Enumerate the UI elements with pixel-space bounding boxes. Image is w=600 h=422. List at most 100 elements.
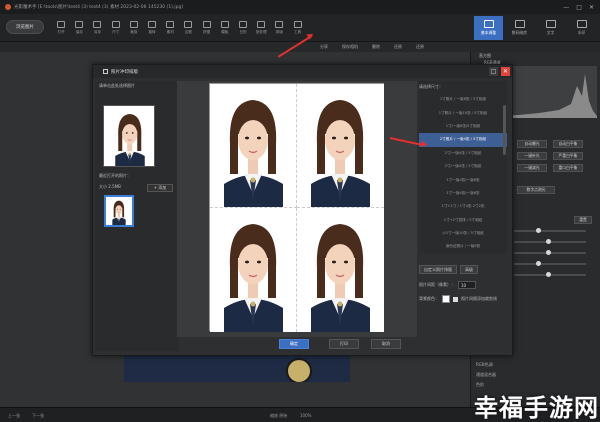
size-item[interactable]: 1寸照片 / 一版10张 / 5寸相纸 [419, 106, 507, 119]
tool-label: 打开 [57, 30, 65, 34]
size-list-scrollbar[interactable] [503, 105, 506, 155]
adjust-slider[interactable] [514, 239, 586, 244]
secondary-action[interactable]: 保存相机 [342, 44, 358, 50]
tool-icon [220, 21, 229, 28]
size-item[interactable]: 1寸照片 / 一版8张 / 5寸相纸 [419, 93, 507, 106]
tab-text[interactable]: 文字 [536, 16, 565, 40]
tool-button[interactable]: 边框 [179, 17, 197, 39]
secondary-action[interactable]: 还原 [416, 44, 424, 50]
recent-label: 最近打开的照片： [99, 173, 131, 178]
ok-button[interactable]: 确定 [279, 339, 309, 349]
print-button[interactable]: 打印 [329, 339, 359, 349]
secondary-action[interactable]: 分享 [320, 44, 328, 50]
bgcolor-label: 背景颜色： [419, 296, 439, 301]
adjust-slider[interactable] [514, 261, 586, 266]
slider-knob[interactable] [535, 261, 541, 266]
tab-darkroom[interactable]: 数码暗房 [505, 16, 534, 40]
secondary-action[interactable]: 删除 [372, 44, 380, 50]
tool-button[interactable]: 批处理 [252, 17, 270, 39]
tool-label: 边框 [184, 30, 192, 34]
source-thumbnail[interactable] [103, 105, 155, 167]
minimize-icon[interactable]: — [563, 4, 569, 11]
dialog-title-bar: 照片冲印排版 [93, 65, 512, 78]
close-icon[interactable]: ✕ [589, 4, 594, 11]
size-item[interactable]: 1寸/一版8张/5寸相纸 [419, 120, 507, 133]
tool-button[interactable]: 素材 [161, 17, 179, 39]
size-item[interactable]: 1寸+2寸混排 / 5寸相纸 [419, 214, 507, 227]
tool-button[interactable]: 裁剪 [125, 17, 143, 39]
window-title: 光影魔术手 [E:\tools\图片\test4 (3) test4 (3) 素… [14, 5, 184, 10]
open-browse-button[interactable]: 浏览图片 [6, 20, 44, 34]
tab-label: 数码暗房 [511, 30, 528, 35]
adjust-list-item[interactable]: 通道混合器 [476, 372, 496, 378]
adjust-slider[interactable] [514, 250, 586, 255]
bgcolor-swatch[interactable] [442, 295, 450, 303]
one-click-button[interactable]: 数字点测光 [517, 186, 555, 194]
zoom-mode[interactable]: 缩放 原始 [270, 413, 287, 419]
size-item[interactable]: 小1寸一版10张 / 5寸相纸 [419, 227, 507, 240]
reset-button[interactable]: 重置 [574, 216, 592, 224]
auto-adjust-button[interactable]: 严重白平衡 [553, 152, 583, 160]
tool-button[interactable]: 旋转 [143, 17, 161, 39]
adjust-list-item[interactable]: RGB色调 [476, 362, 493, 368]
size-item[interactable]: 身份证照片 / 一版8张 [419, 240, 507, 253]
tool-button[interactable]: 尺寸 [107, 17, 125, 39]
auto-adjust-button[interactable]: 自动白平衡 [553, 140, 583, 148]
app-window: 光影魔术手 [E:\tools\图片\test4 (3) test4 (3) 素… [0, 0, 600, 422]
darkroom-icon [514, 20, 525, 28]
size-header: 请选择尺寸： [419, 84, 443, 89]
adjust-slider[interactable] [514, 272, 586, 277]
auto-adjust-button[interactable]: 自动曝光 [517, 140, 547, 148]
tool-label: 尺寸 [112, 30, 120, 34]
slider-knob[interactable] [535, 228, 541, 233]
photo-cell [210, 84, 297, 208]
dialog-restore-icon[interactable]: □ [489, 67, 498, 76]
add-button[interactable]: + 添加 [147, 184, 173, 192]
tool-button[interactable]: 排版 [270, 17, 288, 39]
recent-photo-thumbnail[interactable] [104, 195, 134, 227]
source-label: 请单击此处选择图片 [99, 83, 135, 88]
maximize-icon[interactable]: □ [576, 4, 582, 11]
adjust-slider[interactable] [514, 228, 586, 233]
tool-button[interactable]: 另存 [88, 17, 106, 39]
tool-button[interactable]: 打开 [52, 17, 70, 39]
tool-button[interactable]: 工具 [288, 17, 306, 39]
print-layout-dialog: 照片冲印排版 □ ✕ 请单击此处选择图片 最近打开的照片： 大小 2.5MB +… [92, 64, 513, 356]
tool-button[interactable]: 日历 [234, 17, 252, 39]
tool-icon [148, 21, 157, 28]
tool-label: 工具 [293, 30, 302, 34]
next-button[interactable]: 下一张 [32, 413, 44, 419]
auto-adjust-button[interactable]: 一键补光 [517, 152, 547, 160]
spacing-label: 照片间距（像素）： [419, 282, 455, 287]
tool-icon [75, 21, 84, 28]
right-tab-group: 基本调整 数码暗房 文字 水印 [474, 16, 596, 40]
auto-adjust-button[interactable]: 重口白平衡 [553, 164, 583, 172]
dialog-close-icon[interactable]: ✕ [501, 67, 510, 76]
tab-adjust[interactable]: 基本调整 [474, 16, 503, 40]
tab-watermark[interactable]: 水印 [567, 16, 596, 40]
tool-button[interactable]: 保存 [70, 17, 88, 39]
cancel-button[interactable]: 取消 [371, 339, 401, 349]
spacing-row: 照片间距（像素）： 10 [419, 281, 476, 289]
tool-label: 排版 [275, 30, 283, 34]
size-item[interactable]: 2寸/一版4张 / 5寸相纸 [419, 147, 507, 160]
tool-label: 日历 [239, 30, 247, 34]
auto-adjust-button[interactable]: 一键减光 [517, 164, 547, 172]
tool-button[interactable]: 拼图 [198, 17, 216, 39]
histogram-label: 直方图 [479, 53, 491, 58]
secondary-action[interactable]: 还原 [394, 44, 402, 50]
size-item[interactable]: 1寸+2寸 / 1寸4张 2寸2张 [419, 200, 507, 213]
cutline-checkbox[interactable] [453, 296, 458, 302]
size-item[interactable]: 2寸照片 / 一版4张 / 5寸相纸 [419, 133, 507, 147]
prev-button[interactable]: 上一张 [8, 413, 20, 419]
size-item[interactable]: 1寸一版4张/一版8张 [419, 187, 507, 200]
size-item[interactable]: 1寸一版4张/一版6张 [419, 173, 507, 186]
spacing-input[interactable]: 10 [458, 281, 476, 289]
app-logo-icon [5, 4, 11, 10]
tool-button[interactable]: 模板 [216, 17, 234, 39]
file-size-label: 大小 2.5MB [99, 184, 121, 189]
advanced-button[interactable]: 高级 [460, 265, 478, 274]
custom-layout-button[interactable]: 自定义照片排版 [419, 265, 457, 274]
size-item[interactable]: 2寸/一版4张 / 5寸相纸 [419, 160, 507, 173]
title-bar: 光影魔术手 [E:\tools\图片\test4 (3) test4 (3) 素… [0, 0, 600, 14]
